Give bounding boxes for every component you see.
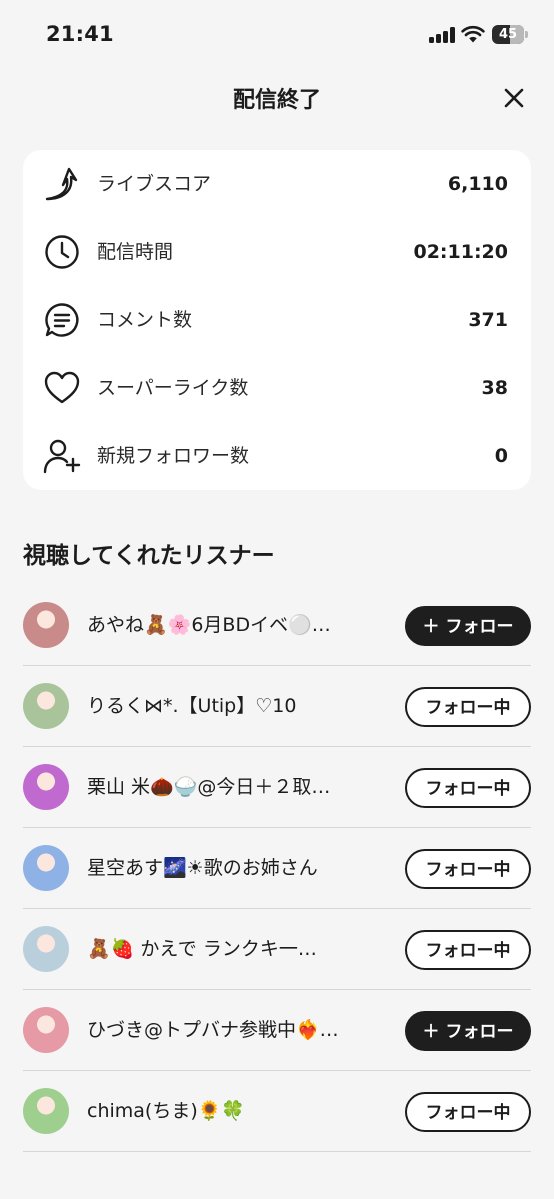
heart-icon [44,371,80,404]
listener-name: 栗山 米🌰🍚@今日＋２取… [87,776,331,798]
follow-button[interactable]: ＋ フォロー [405,606,531,646]
listener-row[interactable]: 星空あす🌌☀歌のお姉さん フォロー中 [23,828,531,909]
following-button[interactable]: フォロー中 [405,768,531,808]
listener-row[interactable]: chima(ちま)🌻🍀 フォロー中 [23,1071,531,1152]
stat-value: 38 [481,377,508,399]
wifi-icon [461,25,485,43]
stats-card: ライブスコア 6,110 配信時間 02:11:20 コメント数 371 スーパ… [23,150,531,490]
listener-row[interactable]: 栗山 米🌰🍚@今日＋２取… フォロー中 [23,747,531,828]
following-button[interactable]: フォロー中 [405,930,531,970]
listener-name: 🧸🍓 かえで ランクキ一… [87,938,317,960]
stat-row-new-followers: 新規フォロワー数 0 [23,422,531,490]
stat-value: 6,110 [447,173,508,195]
section-title: 視聴してくれたリスナー [23,543,275,569]
stat-label: ライブスコア [97,173,212,195]
listener-row[interactable]: りるく⋈*.【Utip】♡10 フォロー中 [23,666,531,747]
arrow-trend-icon [45,167,78,201]
status-bar: 21:41 45 [0,0,554,70]
listener-name: 星空あす🌌☀歌のお姉さん [87,857,318,879]
listener-name: chima(ちま)🌻🍀 [87,1100,246,1122]
stat-label: スーパーライク数 [97,377,249,399]
following-button[interactable]: フォロー中 [405,687,531,727]
avatar[interactable] [23,845,69,891]
close-icon[interactable] [500,84,528,112]
status-time: 21:41 [46,22,114,46]
follow-button[interactable]: ＋ フォロー [405,1011,531,1051]
stat-label: 配信時間 [97,241,174,263]
battery-icon: 45 [492,25,528,44]
listener-name: ひづき@トプバナ参戦中❤️‍🔥… [87,1019,339,1041]
stat-row-super-likes: スーパーライク数 38 [23,354,531,422]
listener-name: あやね🧸🌸6月BDイベ⚪️… [87,614,331,636]
avatar[interactable] [23,602,69,648]
avatar[interactable] [23,926,69,972]
stat-value: 0 [494,445,508,467]
avatar[interactable] [23,1007,69,1053]
battery-level: 45 [498,27,518,42]
listener-row[interactable]: あやね🧸🌸6月BDイベ⚪️… ＋ フォロー [23,585,531,666]
listener-row[interactable]: 🧸🍓 かえで ランクキ一… フォロー中 [23,909,531,990]
stat-label: コメント数 [97,309,193,331]
stat-row-live-score: ライブスコア 6,110 [23,150,531,218]
cellular-signal-icon [429,27,455,43]
listener-row[interactable]: ひづき@トプバナ参戦中❤️‍🔥… ＋ フォロー [23,990,531,1071]
following-button[interactable]: フォロー中 [405,1092,531,1132]
stat-row-comments: コメント数 371 [23,286,531,354]
avatar[interactable] [23,683,69,729]
stat-row-stream-time: 配信時間 02:11:20 [23,218,531,286]
following-button[interactable]: フォロー中 [405,849,531,889]
comment-icon [45,303,79,337]
add-user-icon [43,439,81,474]
listener-name: りるく⋈*.【Utip】♡10 [87,695,297,717]
stat-label: 新規フォロワー数 [97,445,250,467]
stat-value: 02:11:20 [413,241,508,263]
clock-icon [45,235,79,269]
avatar[interactable] [23,1088,69,1134]
stat-value: 371 [468,309,508,331]
page-title: 配信終了 [232,88,321,113]
avatar[interactable] [23,764,69,810]
